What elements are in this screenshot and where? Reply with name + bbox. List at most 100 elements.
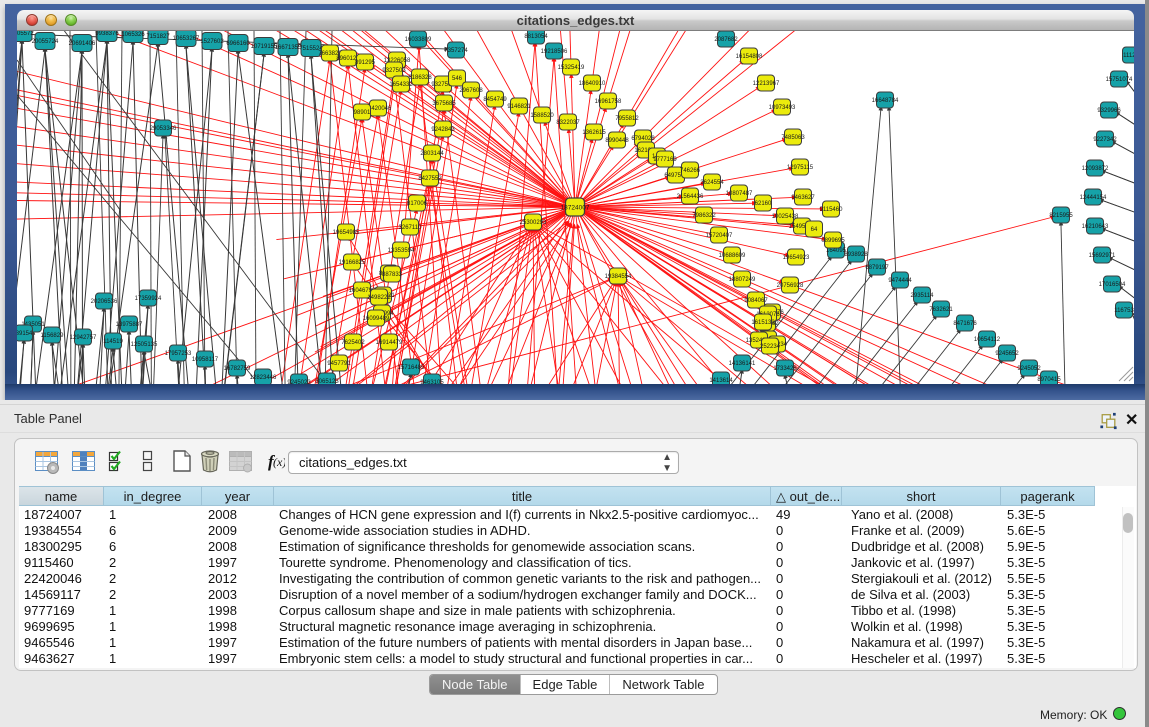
svg-text:3624554: 3624554 [700,180,724,186]
svg-text:7986322: 7986322 [692,213,716,219]
svg-text:116753: 116753 [1114,308,1134,314]
svg-text:21564436: 21564436 [677,194,704,200]
svg-text:9463627: 9463627 [791,195,815,201]
svg-text:19218506: 19218506 [541,49,568,55]
svg-text:6794028: 6794028 [631,136,655,142]
svg-text:9329966: 9329966 [1097,108,1121,114]
svg-text:29053346: 29053346 [150,126,177,132]
svg-text:9245652: 9245652 [995,351,1019,357]
svg-text:13975887: 13975887 [116,322,143,328]
svg-text:16914479: 16914479 [376,340,403,346]
svg-text:8938928: 8938928 [844,252,868,258]
svg-text:7632621: 7632621 [929,307,953,313]
svg-text:10688609: 10688609 [719,253,746,259]
svg-text:62160: 62160 [755,201,772,207]
svg-text:2967608: 2967608 [459,88,483,94]
svg-text:8215955: 8215955 [1049,213,1073,219]
svg-text:817006: 817006 [407,201,428,207]
svg-text:12444154: 12444154 [1080,195,1107,201]
svg-text:546: 546 [452,76,463,82]
svg-text:9327503: 9327503 [382,68,406,74]
svg-text:14136141: 14136141 [729,361,756,367]
svg-text:9777169: 9777169 [653,157,677,163]
svg-text:164095: 164095 [826,248,847,254]
svg-text:1498222: 1498222 [367,295,391,301]
svg-text:12942757: 12942757 [70,335,97,341]
svg-text:9245023: 9245023 [287,380,311,384]
svg-text:12213967: 12213967 [753,81,780,87]
svg-text:9084067: 9084067 [744,298,768,304]
svg-text:10807487: 10807487 [726,191,753,197]
svg-text:19654985: 19654985 [333,230,360,236]
svg-text:13353594: 13353594 [388,248,415,254]
svg-text:15325419: 15325419 [558,65,585,71]
svg-text:20206536: 20206536 [91,299,118,305]
svg-text:17359924: 17359924 [135,296,162,302]
svg-text:16154808: 16154808 [736,54,763,60]
svg-text:891295: 891295 [355,60,376,66]
svg-text:20691406: 20691406 [69,41,96,47]
svg-text:8065123: 8065123 [315,379,339,384]
svg-text:8970415: 8970415 [1037,377,1061,383]
svg-text:16648784: 16648784 [872,98,899,104]
svg-text:2005572: 2005572 [17,31,34,37]
svg-text:1413614: 1413614 [709,378,733,384]
svg-text:887833: 887833 [382,272,403,278]
svg-text:25300293: 25300293 [520,220,547,226]
svg-text:1654332: 1654332 [389,82,413,88]
svg-text:18807249: 18807249 [729,277,756,283]
svg-text:1588520: 1588520 [530,113,554,119]
svg-text:20055724: 20055724 [32,39,59,45]
svg-text:8454749: 8454749 [483,97,507,103]
svg-text:10654112: 10654112 [974,337,1001,343]
svg-text:2803144: 2803144 [420,151,444,157]
svg-text:8322037: 8322037 [556,120,580,126]
svg-text:19384554: 19384554 [605,274,632,280]
svg-text:12505135: 12505135 [131,342,158,348]
svg-text:8427552: 8427552 [418,176,442,182]
svg-text:114519: 114519 [103,339,123,345]
svg-text:18640910: 18640910 [579,81,606,87]
svg-text:1615132: 1615132 [751,320,775,326]
svg-text:15751074: 15751074 [1106,77,1133,83]
svg-text:252234: 252234 [760,344,781,350]
svg-text:39154: 39154 [17,331,33,337]
svg-text:8186328: 8186328 [408,75,432,81]
svg-text:7151827: 7151827 [146,34,170,40]
svg-text:18724007: 18724007 [561,205,590,212]
svg-text:98901: 98901 [354,110,371,116]
svg-text:8471676: 8471676 [953,321,977,327]
svg-text:10973493: 10973493 [769,105,796,111]
svg-text:16033809: 16033809 [405,37,432,43]
svg-text:3267110: 3267110 [399,225,423,231]
svg-text:7357274: 7357274 [444,48,468,54]
svg-text:9146821: 9146821 [507,104,531,110]
svg-text:15716485: 15716485 [398,365,425,371]
svg-text:6966160: 6966160 [226,41,250,47]
svg-text:8990448: 8990448 [605,138,629,144]
svg-text:9457791: 9457791 [327,361,351,367]
svg-text:12975115: 12975115 [787,165,814,171]
svg-text:17016504: 17016504 [1099,282,1126,288]
svg-text:1527602: 1527602 [200,39,224,45]
svg-text:3675685: 3675685 [432,101,456,107]
svg-text:12823446: 12823446 [250,375,277,381]
svg-text:0899695: 0899695 [821,238,845,244]
svg-text:20756928: 20756928 [777,283,804,289]
svg-text:8813054: 8813054 [524,34,548,40]
svg-text:64: 64 [811,227,818,233]
svg-text:746266: 746266 [680,168,701,174]
svg-text:16099489: 16099489 [363,316,390,322]
svg-text:15692971: 15692971 [1089,253,1116,259]
svg-text:9474444: 9474444 [888,278,912,284]
svg-text:10653267: 10653267 [173,36,200,42]
svg-text:9227342: 9227342 [1093,137,1117,143]
svg-text:17957253: 17957253 [165,351,192,357]
svg-text:9463105: 9463105 [420,380,444,384]
svg-text:7625402: 7625402 [341,340,365,346]
svg-text:9245052: 9245052 [1017,366,1041,372]
svg-text:11123: 11123 [1123,53,1134,59]
svg-text:12093872: 12093872 [1082,166,1109,172]
svg-text:7955812: 7955812 [615,116,639,122]
svg-text:19166825: 19166825 [339,260,366,266]
